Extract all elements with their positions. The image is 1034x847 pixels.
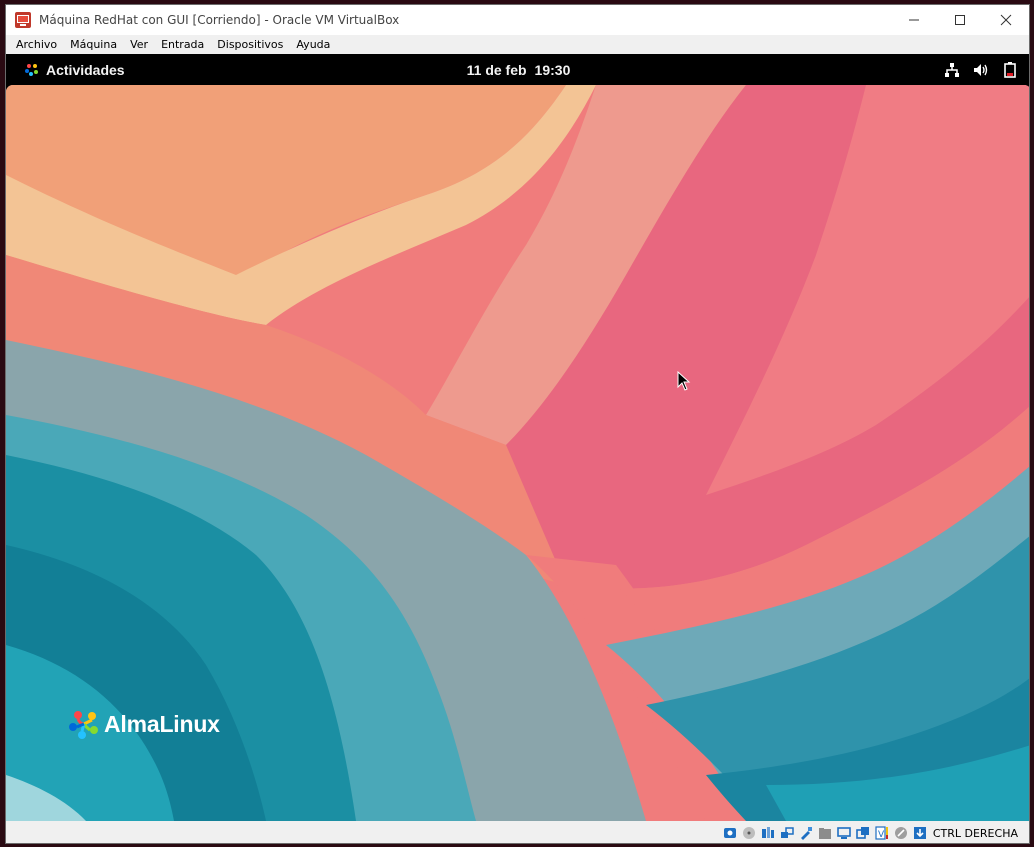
- optical-drive-icon[interactable]: [741, 825, 757, 841]
- usb-icon[interactable]: [798, 825, 814, 841]
- battery-icon: [1001, 61, 1019, 79]
- keyboard-icon[interactable]: [912, 825, 928, 841]
- menu-ver[interactable]: Ver: [125, 38, 153, 51]
- menu-maquina[interactable]: Máquina: [65, 38, 122, 51]
- clock-date: 11 de feb: [466, 61, 527, 78]
- menu-entrada[interactable]: Entrada: [156, 38, 209, 51]
- hard-disk-icon[interactable]: [722, 825, 738, 841]
- close-button[interactable]: [983, 5, 1029, 35]
- menu-archivo[interactable]: Archivo: [11, 38, 62, 51]
- system-tray[interactable]: [932, 54, 1019, 85]
- volume-icon: [972, 61, 990, 79]
- network-wired-icon: [943, 61, 961, 79]
- title-bar[interactable]: Máquina RedHat con GUI [Corriendo] - Ora…: [6, 5, 1029, 35]
- clock-time: 19:30: [534, 61, 571, 78]
- mouse-integration-icon[interactable]: [893, 825, 909, 841]
- status-bar: V CTRL DERECHA: [6, 821, 1029, 843]
- virtualization-icon[interactable]: V: [874, 825, 890, 841]
- mouse-pointer-icon: [677, 371, 691, 391]
- shared-folders-icon[interactable]: [817, 825, 833, 841]
- window-controls: [891, 5, 1029, 35]
- gnome-top-bar: Actividades 11 de feb 19:30: [6, 54, 1029, 85]
- almalinux-brand-text: AlmaLinux: [104, 710, 220, 737]
- almalinux-brand: AlmaLinux: [68, 708, 220, 740]
- window-title: Máquina RedHat con GUI [Corriendo] - Ora…: [39, 13, 400, 27]
- menu-dispositivos[interactable]: Dispositivos: [212, 38, 288, 51]
- minimize-button[interactable]: [891, 5, 937, 35]
- svg-text:V: V: [878, 830, 885, 840]
- audio-icon[interactable]: [760, 825, 776, 841]
- vm-screen[interactable]: Actividades 11 de feb 19:30 AlmaLinux: [6, 54, 1029, 821]
- almalinux-logo-icon: [69, 711, 98, 739]
- network-icon[interactable]: [779, 825, 795, 841]
- maximize-button[interactable]: [937, 5, 983, 35]
- menu-ayuda[interactable]: Ayuda: [291, 38, 335, 51]
- maximize-icon: [955, 15, 965, 25]
- virtualbox-app-icon: [15, 12, 31, 28]
- virtualbox-window: Máquina RedHat con GUI [Corriendo] - Ora…: [5, 4, 1030, 844]
- host-key-label: CTRL DERECHA: [932, 826, 1018, 840]
- menu-bar: Archivo Máquina Ver Entrada Dispositivos…: [6, 35, 1029, 54]
- desktop-background[interactable]: AlmaLinux: [6, 85, 1029, 821]
- display-icon[interactable]: [836, 825, 852, 841]
- minimize-icon: [909, 19, 919, 21]
- clock[interactable]: 11 de feb 19:30: [6, 54, 1029, 85]
- close-icon: [1000, 14, 1012, 26]
- video-capture-icon[interactable]: [855, 825, 871, 841]
